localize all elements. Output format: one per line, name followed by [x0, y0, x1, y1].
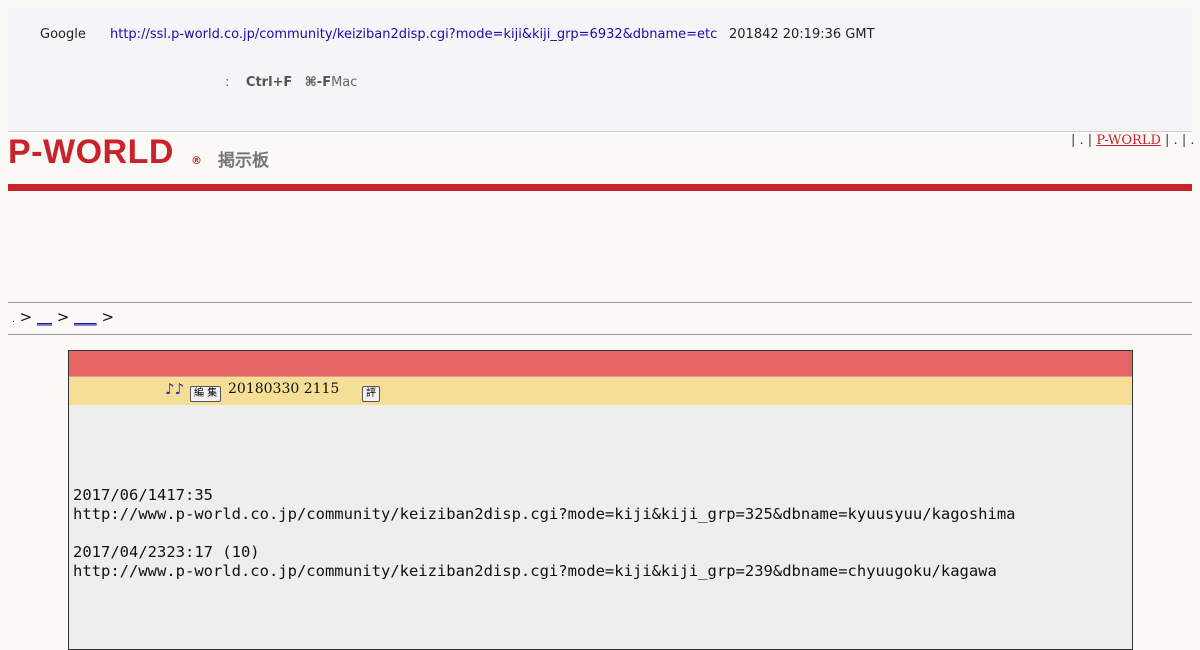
breadcrumb-separator: >	[101, 308, 115, 326]
breadcrumb-divider-bottom	[8, 334, 1192, 335]
post-container: ♪♪ 編 集 20180330 2115 評 2017/06/1417:35 h…	[68, 350, 1133, 650]
reference-date: 2017/04/2323:17 (10)	[73, 543, 260, 561]
board-title: 掲示板	[218, 151, 269, 171]
shortcut-mac-key: ⌘-F	[304, 75, 332, 90]
breadcrumb-link-category[interactable]: __	[37, 308, 52, 326]
cache-original-url-link[interactable]: http://ssl.p-world.co.jp/community/keizi…	[110, 27, 717, 42]
reference-date: 2017/06/1417:35	[73, 486, 213, 504]
rate-button[interactable]: 評	[362, 386, 380, 402]
reference-url: http://www.p-world.co.jp/community/keizi…	[73, 505, 1016, 523]
post-title-bar	[69, 351, 1132, 377]
cache-tip-prefix: :	[225, 75, 230, 90]
top-links-suffix: | . | . |	[1160, 133, 1200, 148]
site-logo[interactable]: P-WORLD	[8, 133, 174, 172]
shortcut-windows: Ctrl+F	[245, 75, 293, 90]
post-meta-bar: ♪♪ 編 集 20180330 2115 評	[69, 377, 1132, 405]
registered-mark: ®	[191, 154, 202, 167]
reference-url: http://www.p-world.co.jp/community/keizi…	[73, 562, 997, 580]
top-link-p-world[interactable]: P-WORLD	[1096, 133, 1161, 148]
header-divider	[8, 184, 1192, 191]
reference-item: 2017/06/1417:35 http://www.p-world.co.jp…	[73, 486, 1016, 524]
reference-item: 2017/04/2323:17 (10) http://www.p-world.…	[73, 543, 997, 581]
post-date: 20180330 2115	[228, 381, 340, 397]
cache-search-tip: : Ctrl+F ⌘-FMac	[225, 75, 357, 90]
breadcrumb-divider-top	[8, 302, 1192, 303]
breadcrumb-separator: >	[19, 308, 33, 326]
breadcrumb-link-board[interactable]: ___	[74, 308, 97, 326]
breadcrumb-home[interactable]: .	[12, 315, 15, 325]
music-notes-icon: ♪♪	[165, 380, 185, 398]
breadcrumb: . > __ > ___ >	[12, 308, 114, 326]
top-nav-links: | . | P-WORLD | . | . |	[1071, 133, 1200, 148]
edit-button[interactable]: 編 集	[190, 386, 222, 402]
cache-source-label: Google	[40, 27, 86, 42]
cache-snapshot-date: 201842 20:19:36 GMT	[729, 27, 875, 42]
cache-header: Google http://ssl.p-world.co.jp/communit…	[8, 8, 1192, 132]
top-links-prefix: | . |	[1071, 133, 1093, 148]
shortcut-mac-label: Mac	[331, 75, 358, 90]
breadcrumb-separator: >	[56, 308, 70, 326]
